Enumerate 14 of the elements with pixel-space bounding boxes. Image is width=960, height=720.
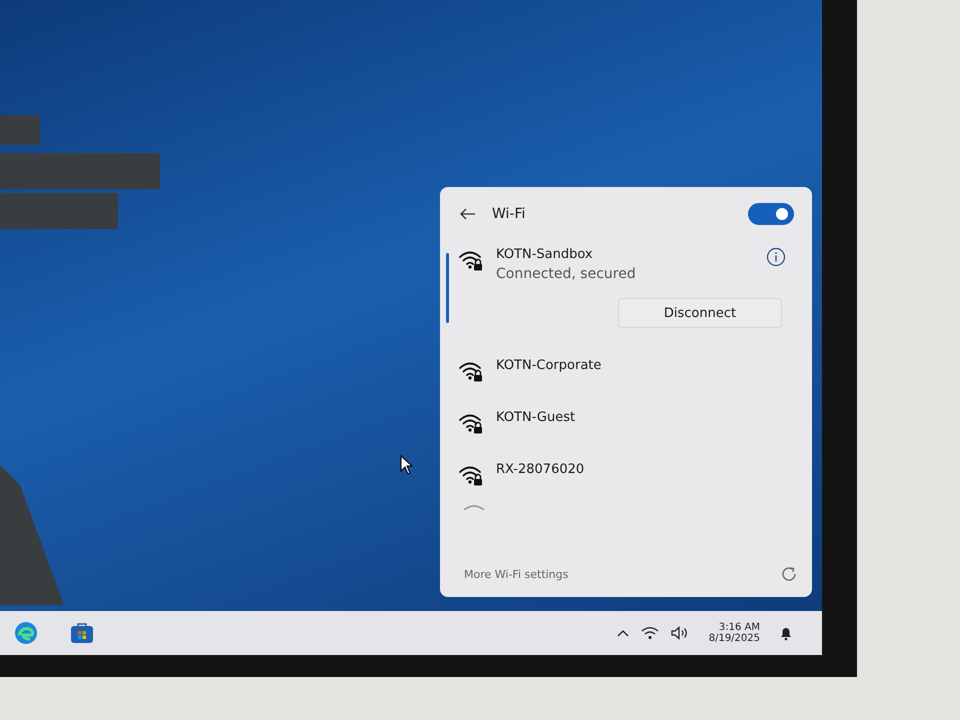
flyout-title: Wi-Fi — [492, 206, 526, 222]
clock-date: 8/19/2025 — [708, 633, 760, 644]
disconnect-button[interactable]: Disconnect — [618, 298, 782, 328]
network-name: KOTN-Corporate — [496, 358, 602, 373]
network-item[interactable]: KOTN-Guest — [440, 396, 812, 448]
network-name: RX-28076020 — [496, 462, 586, 477]
connection-status: Connected, secured — [496, 266, 637, 282]
clock-time: 3:16 AM — [718, 622, 760, 633]
more-wifi-settings-link[interactable]: More Wi-Fi settings — [464, 568, 568, 580]
network-item[interactable]: RX-28076020 — [440, 448, 812, 500]
network-name: KOTN-Guest — [496, 410, 576, 425]
network-name: KOTN-Sandbox — [496, 247, 594, 262]
network-item[interactable]: KOTN-Corporate — [440, 344, 812, 396]
network-item[interactable]: KOTN-Sandbox Connected, secured Disconnect — [440, 233, 812, 344]
